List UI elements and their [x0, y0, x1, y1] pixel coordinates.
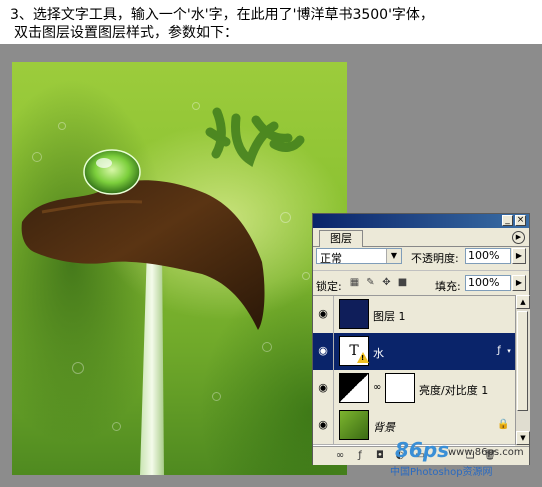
instruction-text-block: 3、选择文字工具，输入一个'水'字，在此用了'博洋草书3500'字体， 双击图层… [0, 0, 542, 44]
scroll-thumb[interactable] [517, 311, 528, 411]
stem-shape [140, 247, 164, 475]
instruction-line-1: 3、选择文字工具，输入一个'水'字，在此用了'博洋草书3500'字体， [10, 7, 434, 23]
calligraphy-water-glyph [205, 107, 305, 168]
panel-menu-icon[interactable]: ▶ [512, 231, 525, 244]
bubble [192, 102, 200, 110]
fill-input[interactable]: 100% [465, 275, 511, 291]
chevron-down-icon[interactable]: ▼ [386, 249, 401, 263]
minimize-button[interactable]: _ [502, 215, 513, 226]
blend-mode-value: 正常 [320, 252, 342, 265]
layers-list: ◉ 图层 1 ◉ T ! 水 ƒ ▾ ◉ ∞ 亮度/对比度 1 ◉ 背景 🔒 [313, 295, 515, 446]
layer-mask-thumbnail [385, 373, 415, 403]
fill-slider-button[interactable]: ▶ [512, 275, 526, 291]
adjustment-thumbnail [339, 373, 369, 403]
eye-icon[interactable]: ◉ [316, 307, 330, 321]
bubble [32, 152, 42, 162]
eye-icon[interactable]: ◉ [316, 344, 330, 358]
layers-scrollbar[interactable]: ▲ ▼ [515, 295, 530, 445]
layers-panel: _ × 图层 ▶ 正常 ▼ 不透明度: 100% ▶ 锁定: ▦ ✎ ✥ ■ 填… [312, 213, 530, 465]
water-drop [83, 149, 141, 195]
lock-label: 锁定: [316, 280, 342, 293]
scroll-up-button[interactable]: ▲ [516, 295, 530, 309]
opacity-input[interactable]: 100% [465, 248, 511, 264]
bubble [280, 212, 291, 223]
bubble [72, 362, 84, 374]
layer-thumbnail [339, 299, 369, 329]
panel-tab-row: 图层 ▶ [313, 228, 529, 247]
layer-name: 图层 1 [373, 310, 406, 323]
lock-move-icon[interactable]: ✥ [381, 277, 392, 288]
leaf-shape [21, 180, 265, 330]
layer-row-selected[interactable]: ◉ T ! 水 ƒ ▾ [313, 333, 515, 371]
lock-brush-icon[interactable]: ✎ [365, 277, 376, 288]
document-canvas[interactable] [12, 62, 347, 475]
layer-name: 水 [373, 347, 384, 360]
warning-mark: ! [361, 354, 365, 362]
watermark-logo: 86ps [395, 438, 450, 462]
bubble [112, 422, 121, 431]
panel-titlebar[interactable]: _ × [313, 214, 529, 228]
layer-name: 亮度/对比度 1 [419, 384, 489, 397]
lock-row: 锁定: ▦ ✎ ✥ ■ 填充: 100% ▶ [313, 270, 529, 293]
eye-icon[interactable]: ◉ [316, 381, 330, 395]
watermark-url: www.86ps.com [448, 447, 524, 458]
watermark-caption: 中国Photoshop资源网 [390, 467, 493, 478]
fill-label: 填充: [435, 280, 461, 293]
layer-row[interactable]: ◉ 图层 1 [313, 296, 515, 334]
instruction-line-2: 双击图层设置图层样式，参数如下： [14, 25, 238, 41]
expand-effects-icon[interactable]: ▾ [503, 345, 515, 357]
layer-row[interactable]: ◉ ∞ 亮度/对比度 1 [313, 370, 515, 408]
site-watermark: 86ps www.86ps.com 中国Photoshop资源网 [330, 430, 542, 487]
bubble [302, 272, 310, 280]
bubble [212, 392, 221, 401]
blend-mode-select[interactable]: 正常 ▼ [316, 248, 402, 265]
drop-highlight [96, 158, 112, 168]
link-chain-icon[interactable]: ∞ [373, 382, 381, 393]
lock-transparency-icon[interactable]: ▦ [349, 277, 360, 288]
eye-icon[interactable]: ◉ [316, 418, 330, 432]
opacity-label: 不透明度: [411, 252, 459, 265]
bubble [58, 122, 66, 130]
lock-all-icon[interactable]: ■ [397, 277, 408, 288]
bubble [262, 342, 272, 352]
tab-layers[interactable]: 图层 [319, 230, 363, 247]
opacity-slider-button[interactable]: ▶ [512, 248, 526, 264]
close-button[interactable]: × [515, 215, 526, 226]
